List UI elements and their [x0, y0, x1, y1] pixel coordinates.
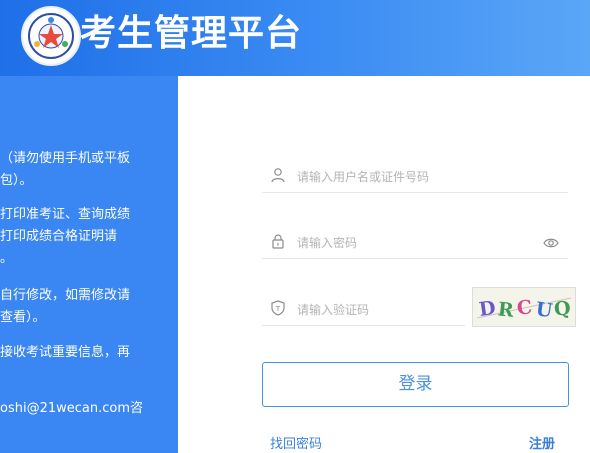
notice-line: 打印准考证、查询成绩: [0, 207, 131, 222]
notice-line: 包）。: [0, 173, 33, 188]
lock-icon: [270, 233, 286, 253]
captcha-input[interactable]: 请输入验证码: [297, 301, 369, 318]
password-input[interactable]: 请输入密码: [297, 234, 357, 251]
username-field[interactable]: 请输入用户名或证件号码: [262, 156, 568, 193]
register-link[interactable]: 注册: [529, 433, 555, 452]
svg-text:R: R: [497, 298, 515, 322]
login-button[interactable]: 登录: [262, 362, 569, 407]
forgot-password-link[interactable]: 找回密码: [270, 433, 322, 452]
platform-title: 考生管理平台: [80, 13, 303, 54]
svg-text:C: C: [516, 296, 533, 319]
header-bar: 考生管理平台: [0, 0, 590, 76]
svg-text:U: U: [534, 298, 554, 322]
notice-line: 接收考试重要信息，再: [0, 345, 131, 360]
svg-text:T: T: [275, 305, 281, 313]
notice-line: 自行修改，如需修改请: [0, 288, 131, 303]
organization-logo: [21, 6, 81, 66]
notice-line: （请勿使用手机或平板: [0, 151, 131, 166]
eye-icon[interactable]: [543, 234, 559, 253]
svg-text:Q: Q: [553, 297, 571, 320]
notice-line: 查看）。: [0, 310, 46, 325]
captcha-image[interactable]: D R C U Q: [472, 287, 576, 327]
notice-line: 打印成绩合格证明请: [0, 229, 118, 244]
notice-line: 。: [0, 251, 14, 266]
username-input[interactable]: 请输入用户名或证件号码: [297, 168, 429, 185]
notice-line: oshi@21wecan.com咨: [0, 401, 144, 416]
notice-panel: （请勿使用手机或平板 包）。 打印准考证、查询成绩 打印成绩合格证明请 。 自行…: [0, 76, 178, 453]
password-field[interactable]: 请输入密码: [262, 222, 568, 259]
shield-icon: T: [270, 300, 286, 320]
svg-text:D: D: [478, 297, 497, 321]
user-icon: [270, 167, 286, 187]
login-panel: 请输入用户名或证件号码 请输入密码 T 请输入验证码 D R C U Q 登录 …: [178, 76, 590, 453]
captcha-field[interactable]: T 请输入验证码: [262, 289, 465, 326]
